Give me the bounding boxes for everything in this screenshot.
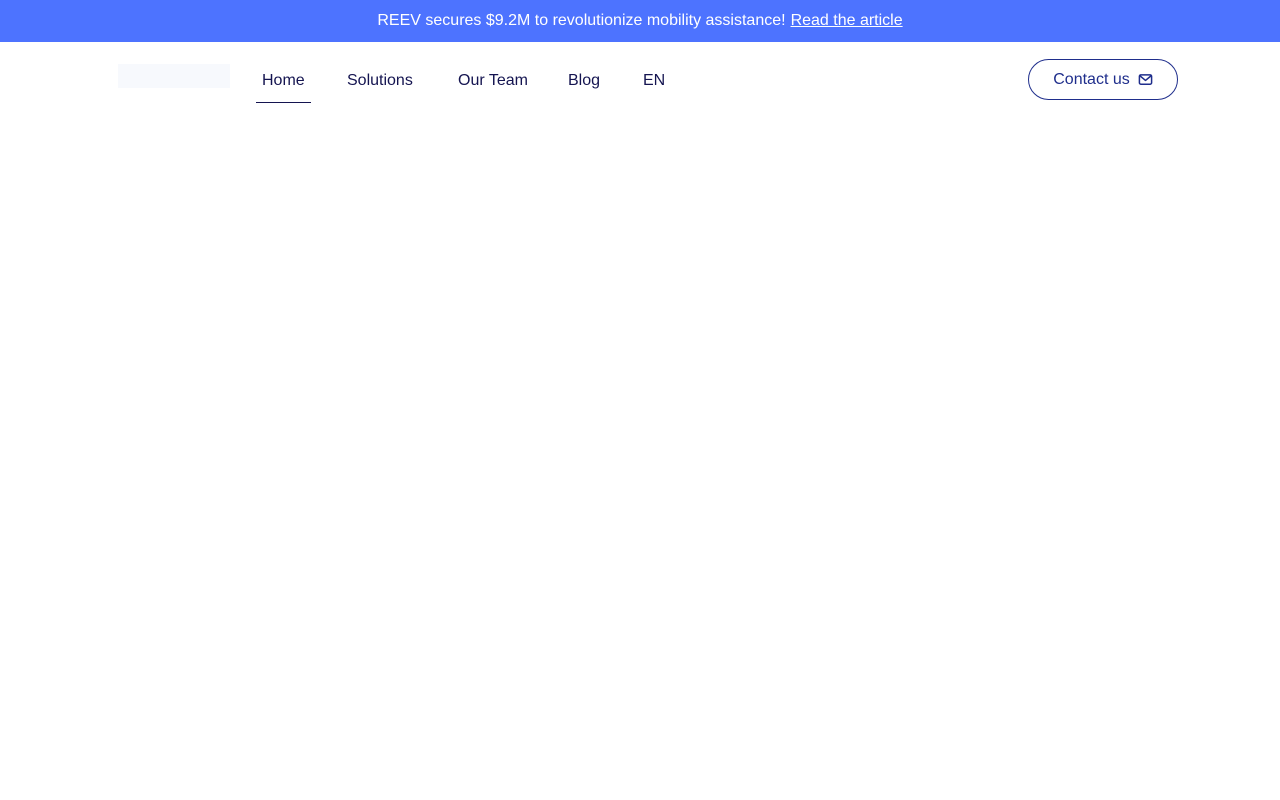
language-selector[interactable]: EN — [643, 59, 665, 103]
nav-item-our-team[interactable]: Our Team — [458, 59, 528, 103]
nav-item-solutions[interactable]: Solutions — [347, 59, 413, 103]
contact-us-button[interactable]: Contact us — [1028, 59, 1178, 100]
nav-item-home[interactable]: Home — [256, 59, 311, 103]
site-header: Home Solutions Our Team Blog EN Contact … — [0, 42, 1280, 118]
read-article-link[interactable]: Read the article — [791, 12, 903, 30]
contact-us-label: Contact us — [1053, 70, 1130, 88]
logo[interactable] — [118, 64, 230, 88]
announcement-text: REEV secures $9.2M to revolutionize mobi… — [377, 12, 786, 29]
mail-icon — [1138, 72, 1153, 87]
nav-item-blog[interactable]: Blog — [568, 59, 600, 103]
announcement-banner: REEV secures $9.2M to revolutionize mobi… — [0, 0, 1280, 42]
